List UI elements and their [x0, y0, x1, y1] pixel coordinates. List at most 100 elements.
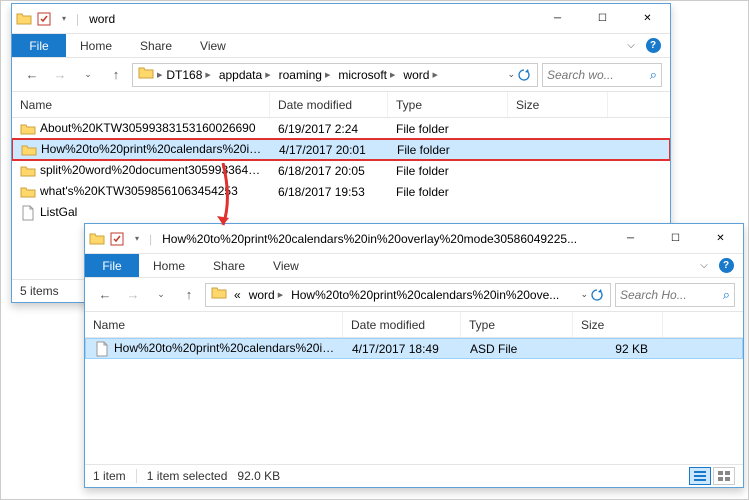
tab-view[interactable]: View: [259, 254, 313, 277]
search-placeholder: Search wo...: [547, 68, 614, 82]
folder-icon: [211, 285, 227, 304]
column-headers: Name Date modified Type Size: [12, 92, 670, 118]
search-input[interactable]: Search Ho... ⌕: [615, 283, 735, 307]
titlebar[interactable]: ▾ | How%20to%20print%20calendars%20in%20…: [85, 224, 743, 254]
chevron-right-icon: ▶: [265, 71, 270, 79]
status-selected-count: 1 item selected: [147, 469, 228, 483]
forward-button[interactable]: →: [121, 283, 145, 307]
properties-icon[interactable]: [36, 11, 52, 27]
breadcrumb-item[interactable]: How%20to%20print%20calendars%20in%20ove.…: [287, 288, 563, 302]
breadcrumb-overflow[interactable]: «: [230, 288, 245, 302]
column-name[interactable]: Name: [12, 92, 270, 117]
forward-button[interactable]: →: [48, 63, 72, 87]
chevron-right-icon: ▶: [205, 71, 210, 79]
up-button[interactable]: ↑: [177, 283, 201, 307]
search-icon: ⌕: [723, 287, 730, 303]
minimize-button[interactable]: ─: [608, 224, 653, 253]
address-chevron-icon[interactable]: ⌄: [507, 69, 515, 80]
history-chevron-icon[interactable]: ⌄: [149, 283, 173, 307]
window-controls: ─ ☐ ✕: [608, 224, 743, 253]
tab-file[interactable]: File: [12, 34, 66, 57]
maximize-button[interactable]: ☐: [653, 224, 698, 253]
column-type[interactable]: Type: [461, 312, 573, 337]
cell-size: 92 KB: [574, 342, 664, 356]
folder-icon: [89, 231, 105, 247]
ribbon-tabs: File Home Share View ⌵ ?: [85, 254, 743, 278]
search-placeholder: Search Ho...: [620, 288, 687, 302]
cell-type: File folder: [389, 143, 509, 157]
tab-file[interactable]: File: [85, 254, 139, 277]
tab-home[interactable]: Home: [66, 34, 126, 57]
navigation-bar: ← → ⌄ ↑ « word ▶ How%20to%20print%20cale…: [85, 278, 743, 312]
list-item[interactable]: About%20KTW305993831531600266906/19/2017…: [12, 118, 670, 139]
column-size[interactable]: Size: [573, 312, 663, 337]
qat-chevron-icon[interactable]: ▾: [129, 231, 145, 247]
address-chevron-icon[interactable]: ⌄: [580, 289, 588, 300]
back-button[interactable]: ←: [20, 63, 44, 87]
tab-view[interactable]: View: [186, 34, 240, 57]
breadcrumb-item[interactable]: microsoft ▶: [334, 68, 399, 82]
up-button[interactable]: ↑: [104, 63, 128, 87]
column-type[interactable]: Type: [388, 92, 508, 117]
close-button[interactable]: ✕: [625, 4, 670, 33]
address-bar[interactable]: ▶ DT168 ▶ appdata ▶ roaming ▶ microsoft …: [132, 63, 538, 87]
list-item[interactable]: How%20to%20print%20calendars%20in...4/17…: [12, 139, 670, 160]
maximize-button[interactable]: ☐: [580, 4, 625, 33]
folder-icon: [138, 65, 154, 84]
cell-date: 6/18/2017 19:53: [270, 185, 388, 199]
help-button[interactable]: ?: [715, 254, 737, 277]
column-date[interactable]: Date modified: [270, 92, 388, 117]
file-icon: [94, 341, 110, 357]
history-chevron-icon[interactable]: ⌄: [76, 63, 100, 87]
cell-type: File folder: [388, 122, 508, 136]
breadcrumb-item[interactable]: appdata ▶: [215, 68, 275, 82]
chevron-right-icon: ▶: [325, 71, 330, 79]
refresh-button[interactable]: [590, 288, 604, 302]
address-bar[interactable]: « word ▶ How%20to%20print%20calendars%20…: [205, 283, 611, 307]
breadcrumb-item[interactable]: roaming ▶: [275, 68, 335, 82]
minimize-button[interactable]: ─: [535, 4, 580, 33]
cell-date: 6/18/2017 20:05: [270, 164, 388, 178]
list-item[interactable]: How%20to%20print%20calendars%20in...4/17…: [85, 338, 743, 359]
cell-name: split%20word%20document30599336400...: [12, 163, 270, 179]
help-button[interactable]: ?: [642, 34, 664, 57]
view-mode-buttons: [689, 467, 735, 485]
column-name[interactable]: Name: [85, 312, 343, 337]
window-controls: ─ ☐ ✕: [535, 4, 670, 33]
list-item[interactable]: split%20word%20document30599336400...6/1…: [12, 160, 670, 181]
list-item[interactable]: ListGal: [12, 202, 670, 223]
qat-chevron-icon[interactable]: ▾: [56, 11, 72, 27]
cell-name: About%20KTW30599383153160026690: [12, 121, 270, 137]
ribbon-chevron-icon[interactable]: ⌵: [620, 34, 642, 57]
status-bar: 1 item 1 item selected 92.0 KB: [85, 464, 743, 487]
search-input[interactable]: Search wo... ⌕: [542, 63, 662, 87]
back-button[interactable]: ←: [93, 283, 117, 307]
breadcrumb-item[interactable]: DT168 ▶: [162, 68, 214, 82]
ribbon-chevron-icon[interactable]: ⌵: [693, 254, 715, 277]
folder-icon: [20, 184, 36, 200]
close-button[interactable]: ✕: [698, 224, 743, 253]
breadcrumb-item[interactable]: word ▶: [245, 288, 287, 302]
tab-share[interactable]: Share: [199, 254, 259, 277]
file-list[interactable]: How%20to%20print%20calendars%20in...4/17…: [85, 338, 743, 464]
column-date[interactable]: Date modified: [343, 312, 461, 337]
cell-date: 4/17/2017 18:49: [344, 342, 462, 356]
titlebar[interactable]: ▾ | word ─ ☐ ✕: [12, 4, 670, 34]
list-item[interactable]: what's%20KTW305985610634542536/18/2017 1…: [12, 181, 670, 202]
view-details-button[interactable]: [689, 467, 711, 485]
tab-share[interactable]: Share: [126, 34, 186, 57]
status-item-count: 1 item: [93, 469, 137, 483]
quick-access-toolbar: ▾ |: [12, 11, 83, 27]
tab-home[interactable]: Home: [139, 254, 199, 277]
column-size[interactable]: Size: [508, 92, 608, 117]
folder-icon: [20, 121, 36, 137]
breadcrumb-item[interactable]: word ▶: [399, 68, 441, 82]
cell-type: File folder: [388, 164, 508, 178]
cell-date: 6/19/2017 2:24: [270, 122, 388, 136]
view-icons-button[interactable]: [713, 467, 735, 485]
explorer-window-2: ▾ | How%20to%20print%20calendars%20in%20…: [84, 223, 744, 488]
properties-icon[interactable]: [109, 231, 125, 247]
cell-name: How%20to%20print%20calendars%20in...: [13, 142, 271, 158]
cell-name: ListGal: [12, 205, 270, 221]
refresh-button[interactable]: [517, 68, 531, 82]
